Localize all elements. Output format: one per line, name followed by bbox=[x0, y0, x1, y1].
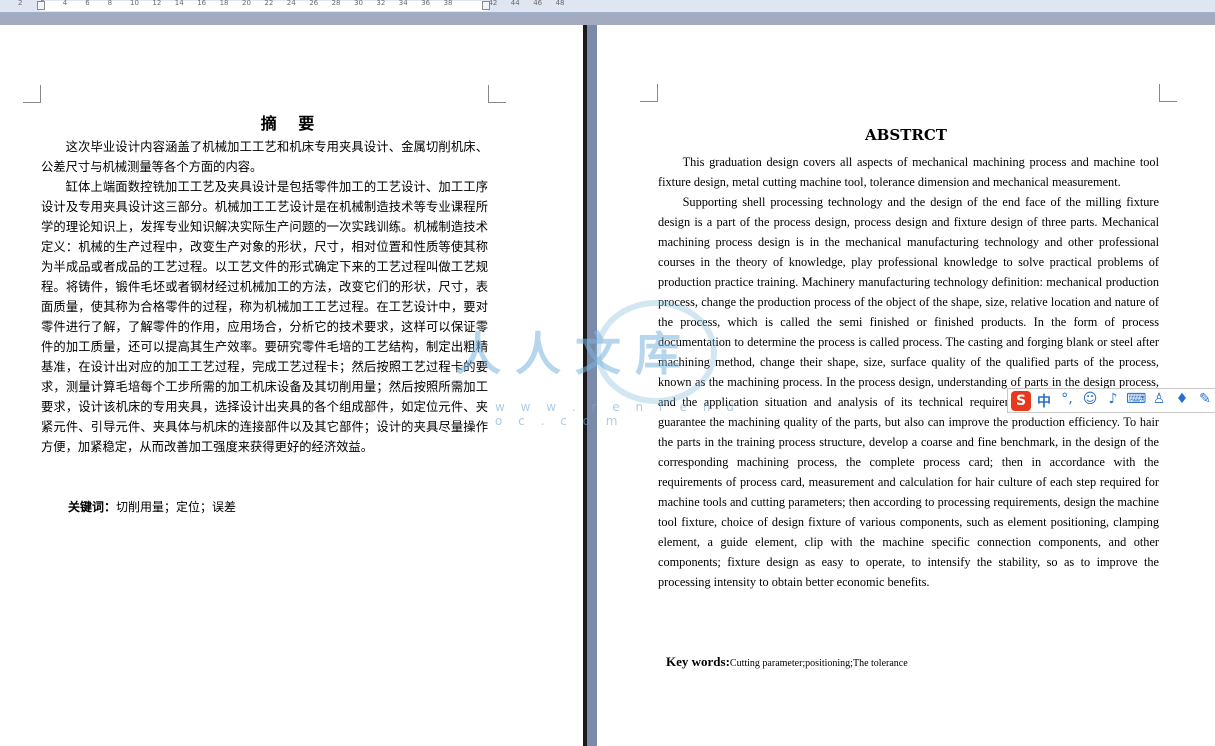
ime-toolbar[interactable]: S 中 °, ☺ ♪ ⌨ ♙ ♦ ✎ bbox=[1007, 388, 1215, 413]
english-abstract-body[interactable]: This graduation design covers all aspect… bbox=[658, 152, 1159, 592]
chinese-abstract-body[interactable]: 这次毕业设计内容涵盖了机械加工工艺和机床专用夹具设计、金属切削机床、公差尺寸与机… bbox=[41, 137, 488, 457]
ruler-tick-label: 46 bbox=[533, 0, 543, 7]
ime-toolbar-items: 中 °, ☺ ♪ ⌨ ♙ ♦ ✎ bbox=[1034, 391, 1215, 411]
english-keywords-value: Cutting parameter;positioning;The tolera… bbox=[729, 658, 908, 669]
lang-toggle[interactable]: 中 bbox=[1034, 391, 1054, 411]
ruler-tick-label: 10 bbox=[130, 0, 139, 7]
chinese-abstract-title: 摘 要 bbox=[260, 114, 323, 133]
sogou-logo-icon[interactable]: S bbox=[1011, 390, 1031, 411]
crop-mark bbox=[488, 85, 506, 103]
ruler-tick-label: 36 bbox=[421, 0, 431, 7]
crop-mark bbox=[23, 85, 41, 103]
page-shadow bbox=[583, 25, 587, 746]
chinese-keywords-label: 关键词： bbox=[68, 500, 117, 514]
ruler-tick-label: 6 bbox=[85, 0, 90, 7]
horizontal-ruler[interactable]: 2246810121416182022242628303234363842444… bbox=[0, 0, 1215, 13]
ruler-tick-label: 44 bbox=[510, 0, 520, 7]
english-paragraph-1: This graduation design covers all aspect… bbox=[658, 155, 1159, 189]
ruler-tick-label: 14 bbox=[174, 0, 184, 7]
chinese-paragraph-2: 缸体上端面数控铣加工工艺及夹具设计是包括零件加工的工艺设计、加工工序设计及专用夹… bbox=[41, 180, 488, 454]
punct-icon[interactable]: °, bbox=[1057, 391, 1077, 411]
chinese-keywords: 关键词：切削用量；定位；误差 bbox=[68, 498, 236, 515]
skin-icon[interactable]: ♦ bbox=[1172, 391, 1192, 411]
ruler-tick-label: 30 bbox=[354, 0, 363, 7]
ruler-tick-label: 2 bbox=[18, 0, 23, 7]
emoji-icon[interactable]: ☺ bbox=[1080, 391, 1100, 411]
crop-mark bbox=[640, 84, 658, 102]
crop-mark bbox=[1159, 84, 1177, 102]
workspace-top-strip bbox=[0, 13, 1215, 25]
english-keywords-label: Key words: bbox=[666, 654, 730, 669]
english-abstract-title: ABSTRCT bbox=[865, 126, 947, 144]
ruler-tick-label: 28 bbox=[331, 0, 341, 7]
ruler-tick-label: 22 bbox=[264, 0, 274, 7]
mic-icon[interactable]: ♪ bbox=[1103, 391, 1123, 411]
ruler-tick-label: 32 bbox=[376, 0, 386, 7]
ruler-tick-label: 20 bbox=[242, 0, 251, 7]
chinese-paragraph-1: 这次毕业设计内容涵盖了机械加工工艺和机床专用夹具设计、金属切削机床、公差尺寸与机… bbox=[41, 140, 488, 174]
chinese-keywords-value: 切削用量；定位；误差 bbox=[116, 500, 237, 514]
ruler-tick-label: 16 bbox=[197, 0, 207, 7]
tools-icon[interactable]: ✎ bbox=[1195, 391, 1215, 411]
ruler-tick-label: 8 bbox=[107, 0, 113, 7]
ruler-tick-label: 26 bbox=[309, 0, 319, 7]
ruler-tick-label: 12 bbox=[152, 0, 162, 7]
user-icon[interactable]: ♙ bbox=[1149, 391, 1169, 411]
page-gap bbox=[583, 25, 597, 746]
ruler-tick-label: 4 bbox=[62, 0, 68, 7]
ruler-tick-label: 38 bbox=[443, 0, 453, 7]
right-indent-marker[interactable] bbox=[482, 1, 490, 10]
left-indent-marker[interactable] bbox=[37, 1, 45, 10]
english-keywords: Key words:Cutting parameter;positioning;… bbox=[666, 653, 908, 671]
keyboard-icon[interactable]: ⌨ bbox=[1126, 391, 1146, 411]
ruler-tick-label: 34 bbox=[398, 0, 408, 7]
ruler-tick-label: 18 bbox=[219, 0, 229, 7]
ruler-tick-label: 48 bbox=[555, 0, 565, 7]
ruler-tick-label: 24 bbox=[286, 0, 296, 7]
